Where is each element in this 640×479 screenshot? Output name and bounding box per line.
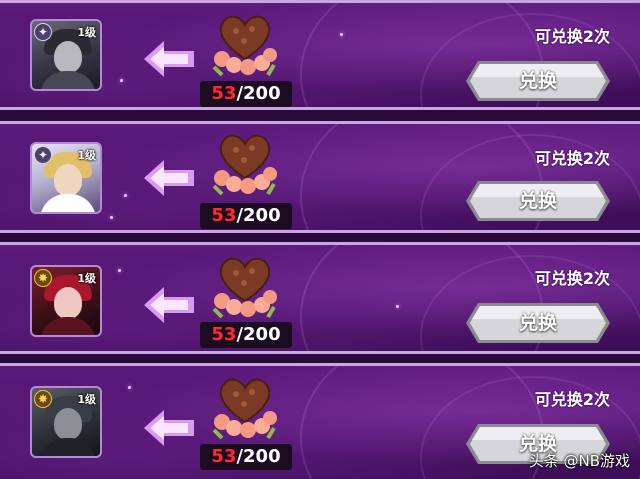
exchange-row: ✦ 1级 53/200 可兑换2次 兑换: [0, 121, 640, 233]
sparkle: [124, 194, 127, 197]
exchange-button[interactable]: 兑换: [464, 59, 612, 103]
exchange-button-label: 兑换: [518, 70, 557, 92]
character-level: 1级: [77, 393, 96, 406]
chocolate-heart-bouquet-icon: [212, 134, 277, 196]
item-count-have: 53: [211, 83, 237, 104]
chocolate-heart-bouquet-icon: [212, 257, 277, 319]
item-count-need: /200: [236, 324, 281, 345]
exchange-arrow-icon: [144, 41, 194, 77]
gold-badge-icon: ✸: [34, 390, 52, 408]
character-portrait[interactable]: ✦ 1级: [30, 142, 102, 214]
sparkle: [128, 386, 131, 389]
item-count: 53/200: [200, 81, 292, 107]
item-count-need: /200: [236, 446, 281, 467]
sparkle: [118, 269, 121, 272]
exchange-arrow-icon: [144, 287, 194, 323]
remaining-exchanges: 可兑换2次: [534, 27, 610, 46]
exchange-arrow-icon: [144, 410, 194, 446]
exchange-button[interactable]: 兑换: [464, 301, 612, 345]
character-body: [40, 194, 96, 212]
sparkle: [340, 33, 343, 36]
chocolate-heart-bouquet-icon: [212, 15, 277, 77]
exchange-row: ✦ 1级 53/200 可兑换2次 兑换: [0, 0, 640, 110]
item-count-have: 53: [211, 205, 237, 226]
exchange-button-label: 兑换: [518, 190, 557, 212]
sparkle: [396, 305, 399, 308]
remaining-exchanges: 可兑换2次: [534, 269, 610, 288]
item-count-have: 53: [211, 446, 237, 467]
watermark: 头条 @NB游戏: [528, 452, 630, 470]
character-portrait[interactable]: ✸ 1级: [30, 386, 102, 458]
chocolate-heart-bouquet-icon: [212, 378, 277, 440]
character-body: [40, 317, 96, 335]
character-face: [54, 287, 82, 319]
item-count: 53/200: [200, 322, 292, 348]
exchange-button-label: 兑换: [518, 312, 557, 334]
remaining-exchanges: 可兑换2次: [534, 149, 610, 168]
character-level: 1级: [77, 26, 96, 39]
sparkle: [120, 79, 123, 82]
item-count-need: /200: [236, 205, 281, 226]
character-portrait[interactable]: ✦ 1级: [30, 19, 102, 91]
exchange-row: ✸ 1级 53/200 可兑换2次 兑换: [0, 242, 640, 354]
item-count-need: /200: [236, 83, 281, 104]
character-face: [54, 408, 82, 440]
exchange-button[interactable]: 兑换: [464, 179, 612, 223]
item-count: 53/200: [200, 203, 292, 229]
item-count-have: 53: [211, 324, 237, 345]
remaining-exchanges: 可兑换2次: [534, 390, 610, 409]
character-face: [54, 164, 82, 196]
exchange-arrow-icon: [144, 160, 194, 196]
character-portrait[interactable]: ✸ 1级: [30, 265, 102, 337]
gold-badge-icon: ✸: [34, 269, 52, 287]
character-level: 1级: [77, 272, 96, 285]
character-body: [40, 438, 96, 456]
character-body: [40, 71, 96, 89]
star-badge-icon: ✦: [34, 23, 52, 41]
sparkle: [110, 216, 113, 219]
item-count: 53/200: [200, 444, 292, 470]
character-face: [54, 41, 82, 73]
star-badge-icon: ✦: [34, 146, 52, 164]
exchange-list: ✦ 1级 53/200 可兑换2次 兑换 ✦ 1级 53/200 可兑换2次 兑…: [0, 0, 640, 479]
character-level: 1级: [77, 149, 96, 162]
